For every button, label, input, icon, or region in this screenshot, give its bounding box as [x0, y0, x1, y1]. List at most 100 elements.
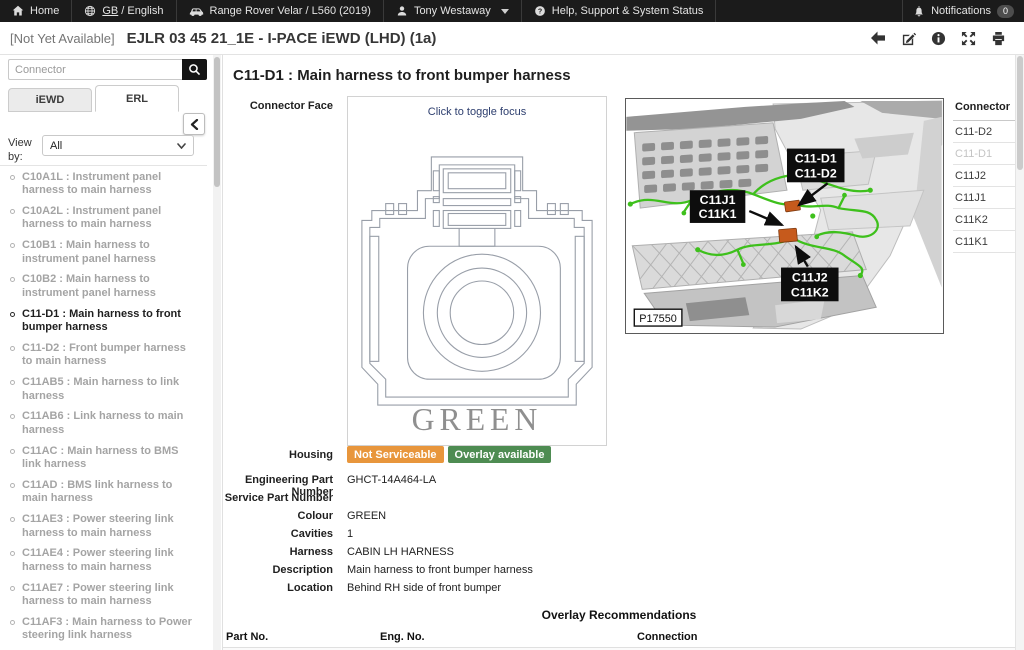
nav-help-label: Help, Support & System Status — [552, 5, 704, 17]
status-badge: Not Serviceable — [347, 446, 444, 463]
connector-search — [8, 59, 207, 80]
nav-vehicle-label: Range Rover Velar / L560 (2019) — [210, 5, 371, 17]
back-icon[interactable] — [870, 31, 886, 45]
search-icon — [188, 63, 201, 76]
sidebar-scrollbar[interactable] — [213, 55, 221, 650]
sidebar-item-C11AE3[interactable]: C11AE3 : Power steering link harness to … — [0, 510, 207, 544]
sidebar-item-C11AF3[interactable]: C11AF3 : Main harness to Power steering … — [0, 612, 207, 646]
callout-c11d1: C11-D1 — [795, 151, 837, 165]
overlay-column-header: Eng. No. — [380, 631, 425, 643]
detail-row: DescriptionMain harness to front bumper … — [223, 564, 923, 582]
search-input[interactable] — [8, 59, 182, 80]
connector-panel-row-C11J2[interactable]: C11J2 — [953, 165, 1015, 187]
connector-list: C10A1L : Instrument panel harness to mai… — [0, 167, 207, 650]
connector-panel-row-C11K2[interactable]: C11K2 — [953, 209, 1015, 231]
sidebar-item-C11AC[interactable]: C11AC : Main harness to BMS link harness — [0, 441, 207, 475]
document-title-bar: [Not Yet Available] EJLR 03 45 21_1E - I… — [0, 22, 1024, 55]
bullet-icon — [10, 209, 15, 214]
callout-c11j2: C11J2 — [792, 270, 828, 284]
sidebar-item-C11-D1[interactable]: C11-D1 : Main harness to front bumper ha… — [0, 304, 207, 338]
overlay-heading: Overlay Recommendations — [223, 608, 1015, 622]
sidebar-item-C10A1L[interactable]: C10A1L : Instrument panel harness to mai… — [0, 167, 207, 201]
sidebar-tabs: iEWD ERL — [8, 85, 179, 112]
connector-panel-row-C11J1[interactable]: C11J1 — [953, 187, 1015, 209]
toggle-focus-link[interactable]: Click to toggle focus — [348, 97, 606, 118]
callout-c11k2: C11K2 — [791, 285, 829, 299]
status-badge: Overlay available — [448, 446, 552, 463]
view-by-select[interactable]: All — [42, 135, 194, 156]
overlay-column-header: Part No. — [226, 631, 268, 643]
nav-language-label: GB / English — [102, 5, 163, 17]
bullet-icon — [10, 243, 15, 248]
filter-divider — [0, 165, 207, 166]
user-icon — [396, 5, 408, 17]
home-icon — [12, 5, 24, 17]
bullet-icon — [10, 312, 15, 317]
main-scrollbar[interactable] — [1015, 55, 1024, 650]
connector-panel-row-C11-D2[interactable]: C11-D2 — [953, 121, 1015, 143]
title-bar-actions — [870, 31, 1014, 46]
notifications-button[interactable]: Notifications 0 — [902, 0, 1024, 22]
nav-vehicle[interactable]: Range Rover Velar / L560 (2019) — [177, 0, 384, 22]
edit-icon[interactable] — [901, 31, 916, 46]
top-nav-spacer — [716, 0, 902, 22]
bullet-icon — [10, 586, 15, 591]
sidebar-item-C10A2L[interactable]: C10A2L : Instrument panel harness to mai… — [0, 201, 207, 235]
main-scrollbar-thumb[interactable] — [1017, 56, 1023, 170]
sidebar-collapse-button[interactable] — [183, 113, 205, 135]
bullet-icon — [10, 620, 15, 625]
detail-label: Location — [223, 582, 333, 594]
sidebar-item-C11AB6[interactable]: C11AB6 : Link harness to main harness — [0, 407, 207, 441]
tab-iewd[interactable]: iEWD — [8, 88, 92, 112]
print-icon[interactable] — [991, 31, 1006, 46]
nav-home[interactable]: Home — [0, 0, 72, 22]
detail-value: GHCT-14A464-LA — [347, 474, 436, 486]
connector-panel-row-C11-D1: C11-D1 — [953, 143, 1015, 165]
expand-icon[interactable] — [961, 31, 976, 46]
bullet-icon — [10, 414, 15, 419]
notifications-label: Notifications — [931, 5, 991, 17]
detail-value: 1 — [347, 528, 353, 540]
top-nav-bar: Home GB / English Range Rover Velar / L5… — [0, 0, 1024, 22]
sidebar-item-label: C11AB6 : Link harness to main harness — [22, 410, 199, 437]
chevron-down-icon — [177, 143, 186, 149]
nav-user[interactable]: Tony Westaway — [384, 0, 522, 22]
help-icon: ? — [534, 5, 546, 17]
info-icon[interactable] — [931, 31, 946, 46]
nav-help[interactable]: ? Help, Support & System Status — [522, 0, 717, 22]
sidebar-item-label: C11AF3 : Main harness to Power steering … — [22, 616, 199, 643]
sidebar-item-C11AF4[interactable]: C11AF4 : Main harness to Power steering … — [0, 647, 207, 650]
detail-value: Main harness to front bumper harness — [347, 564, 533, 576]
view-by-row: View by: All — [8, 135, 206, 165]
sidebar-item-C11AE7[interactable]: C11AE7 : Power steering link harness to … — [0, 578, 207, 612]
nav-user-label: Tony Westaway — [414, 5, 491, 17]
sidebar-item-C11AD[interactable]: C11AD : BMS link harness to main harness — [0, 475, 207, 509]
detail-label: Housing — [223, 449, 333, 461]
connector-face-drawing: GREEN — [348, 118, 606, 440]
overlay-column-header: Connection — [637, 631, 698, 643]
connector-face-viewer[interactable]: Click to toggle focus — [347, 96, 607, 446]
sidebar-item-label: C11AD : BMS link harness to main harness — [22, 479, 199, 506]
callout-c11j1: C11J1 — [700, 193, 736, 207]
sidebar-item-C11AE4[interactable]: C11AE4 : Power steering link harness to … — [0, 544, 207, 578]
bullet-icon — [10, 346, 15, 351]
overlay-recommendations: Overlay Recommendations Part No. Eng. No.… — [223, 608, 1015, 650]
detail-row: LocationBehind RH side of front bumper — [223, 582, 923, 600]
connector-panel-rows: C11-D2C11-D1C11J2C11J1C11K2C11K1 — [953, 121, 1015, 253]
nav-language-rest: / English — [118, 5, 163, 17]
sidebar-item-C11-D2[interactable]: C11-D2 : Front bumper harness to main ha… — [0, 338, 207, 372]
sidebar-item-C11AB5[interactable]: C11AB5 : Main harness to link harness — [0, 373, 207, 407]
sidebar-scrollbar-thumb[interactable] — [214, 57, 220, 187]
globe-icon — [84, 5, 96, 17]
detail-row: Cavities 1 — [223, 528, 923, 546]
overlay-table-headers: Part No. Eng. No. Connection — [223, 628, 1015, 648]
detail-label: Cavities — [223, 528, 333, 540]
connector-panel-row-C11K1[interactable]: C11K1 — [953, 231, 1015, 253]
tab-erl[interactable]: ERL — [95, 85, 179, 112]
sidebar-item-C10B2[interactable]: C10B2 : Main harness to instrument panel… — [0, 270, 207, 304]
nav-language[interactable]: GB / English — [72, 0, 176, 22]
view-by-label: View by: — [8, 135, 38, 165]
sidebar-item-label: C11AE7 : Power steering link harness to … — [22, 582, 199, 609]
search-button[interactable] — [182, 59, 207, 80]
sidebar-item-C10B1[interactable]: C10B1 : Main harness to instrument panel… — [0, 236, 207, 270]
